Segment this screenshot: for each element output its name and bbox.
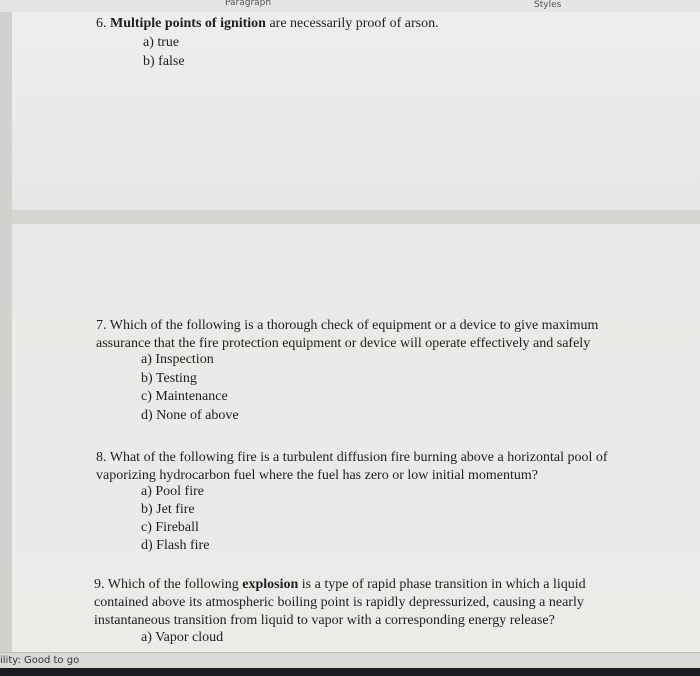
question-text: are necessarily proof of arson. xyxy=(265,16,439,31)
accessibility-status[interactable]: ility: Good to go xyxy=(0,655,79,666)
option: c) Fireball xyxy=(141,520,199,535)
option: d) None of above xyxy=(141,408,239,423)
question-text: contained above its atmospheric boiling … xyxy=(94,595,584,610)
taskbar-edge xyxy=(0,668,700,676)
question-text: vaporizing hydrocarbon fuel where the fu… xyxy=(96,468,539,483)
question-7: 7. Which of the following is a thorough … xyxy=(96,317,598,353)
question-8: 8. What of the following fire is a turbu… xyxy=(96,449,608,485)
question-number: 9. xyxy=(94,577,105,592)
question-text: assurance that the fire protection equip… xyxy=(96,336,591,351)
option: b) false xyxy=(143,54,185,69)
question-text: instantaneous transition from liquid to … xyxy=(94,613,555,628)
question-number: 8. xyxy=(96,450,107,465)
question-text: Which of the following xyxy=(107,577,243,592)
option: c) Maintenance xyxy=(141,389,228,404)
left-margin xyxy=(0,12,12,652)
question-6: 6. Multiple points of ignition are neces… xyxy=(96,15,439,33)
styles-group-label[interactable]: Styles xyxy=(534,0,561,10)
question-number: 7. xyxy=(96,318,107,333)
question-bold-text: Multiple points of ignition xyxy=(110,16,266,31)
question-bold-text: explosion xyxy=(242,577,299,592)
question-9: 9. Which of the following explosion is a… xyxy=(94,576,586,630)
question-text: is a type of rapid phase transition in w… xyxy=(298,577,586,592)
option: a) true xyxy=(143,35,180,50)
document-page-2[interactable]: 7. Which of the following is a thorough … xyxy=(12,224,700,652)
option: a) Vapor cloud xyxy=(141,630,224,645)
question-text: What of the following fire is a turbulen… xyxy=(109,450,608,465)
paragraph-group-label[interactable]: Paragraph xyxy=(225,0,271,8)
question-text: Which of the following is a thorough che… xyxy=(109,318,599,333)
option: a) Pool fire xyxy=(141,484,204,499)
status-bar: ility: Good to go xyxy=(0,652,700,669)
option: a) Inspection xyxy=(141,352,214,367)
option: b) Testing xyxy=(141,371,197,386)
document-page-1[interactable]: 6. Multiple points of ignition are neces… xyxy=(12,12,700,210)
page-break xyxy=(12,210,700,224)
option: b) Jet fire xyxy=(141,502,195,517)
question-number: 6. xyxy=(96,16,107,31)
option: d) Flash fire xyxy=(141,538,210,553)
